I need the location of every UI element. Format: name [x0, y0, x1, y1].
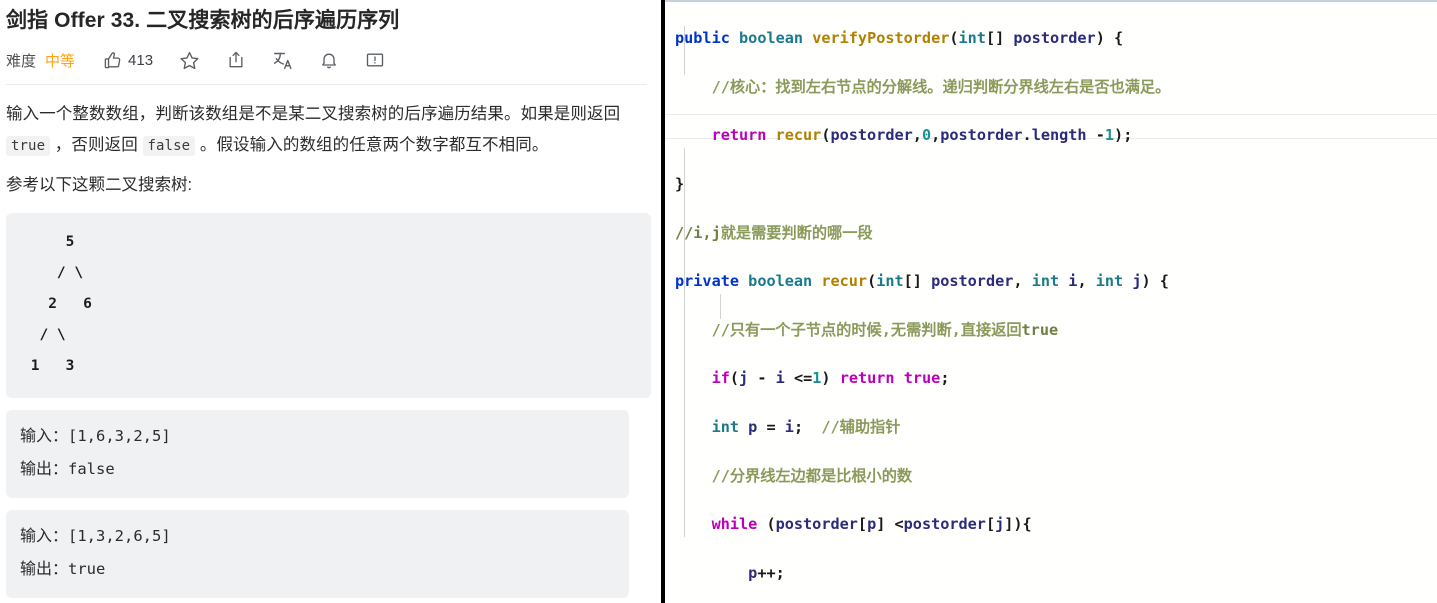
favorite-button[interactable]	[179, 50, 200, 71]
code-line: //核心：找到左右节点的分解线。递归判断分界线左右是否也满足。	[711, 77, 1171, 96]
like-button[interactable]: 413	[103, 51, 153, 70]
example-input-value: [1,6,3,2,5]	[68, 427, 171, 445]
example-output-line: 输出：false	[20, 453, 615, 486]
problem-description-panel: 剑指 Offer 33. 二叉搜索树的后序遍历序列 难度 中等 413 输入一个…	[0, 0, 661, 603]
problem-statement: 输入一个整数数组，判断该数组是不是某二叉搜索树的后序遍历结果。如果是则返回 tr…	[6, 99, 647, 162]
page-title: 剑指 Offer 33. 二叉搜索树的后序遍历序列	[6, 9, 400, 32]
thumbs-up-icon	[103, 51, 122, 70]
example-output-value: true	[68, 560, 106, 578]
code-line: if(j - i <=1) return true;	[711, 369, 950, 388]
code-line: //分界线左边都是比根小的数	[711, 466, 913, 485]
example-output-label: 输出：	[20, 461, 69, 478]
inline-code-false: false	[142, 136, 196, 156]
like-count: 413	[128, 51, 154, 69]
code-line: //只有一个子节点的时候,无需判断,直接返回true	[711, 320, 1059, 339]
example-input-label: 输入：	[20, 428, 69, 445]
statement-part-3: 。假设输入的数组的任意两个数字都互不相同。	[195, 136, 549, 154]
statement-part-1: 输入一个整数数组，判断该数组是不是某二叉搜索树的后序遍历结果。如果是则返回	[6, 105, 621, 123]
code-line: }	[675, 175, 685, 194]
code-line: int p = i; //辅助指针	[711, 418, 901, 437]
code-line: private boolean recur(int[] postorder, i…	[675, 272, 1169, 291]
inline-code-true: true	[6, 136, 51, 156]
notification-button[interactable]	[319, 50, 339, 70]
reference-text: 参考以下这颗二叉搜索树:	[6, 176, 193, 194]
code-line: while (postorder[p] <postorder[j]){	[711, 515, 1032, 534]
bell-icon	[319, 50, 339, 70]
example-output-line: 输出：true	[20, 553, 615, 586]
share-icon	[226, 50, 246, 70]
example-output-label: 输出：	[20, 561, 69, 578]
code-line: public boolean verifyPostorder(int[] pos…	[675, 29, 1124, 48]
translate-button[interactable]	[272, 50, 293, 71]
difficulty-label: 难度	[6, 52, 37, 70]
code-editor-panel[interactable]: public boolean verifyPostorder(int[] pos…	[665, 0, 1437, 603]
star-icon	[179, 50, 200, 71]
example-input-value: [1,3,2,6,5]	[68, 527, 171, 545]
code-line: return recur(postorder,0,postorder.lengt…	[711, 126, 1133, 145]
example-output-value: false	[68, 460, 115, 478]
example-input-label: 输入：	[20, 528, 69, 545]
header-divider	[6, 84, 647, 85]
code-content[interactable]: public boolean verifyPostorder(int[] pos…	[665, 2, 1437, 603]
code-line: p++;	[748, 563, 785, 582]
example-block-2: 输入：[1,3,2,6,5] 输出：true	[6, 510, 629, 598]
example-block-1: 输入：[1,6,3,2,5] 输出：false	[6, 410, 629, 498]
example-input-line: 输入：[1,3,2,6,5]	[20, 520, 615, 553]
difficulty-value: 中等	[45, 52, 76, 70]
problem-meta-bar: 难度 中等 413	[6, 40, 647, 80]
translate-icon	[272, 50, 293, 71]
feedback-icon	[365, 50, 385, 70]
code-line: //i,j就是需要判断的哪一段	[675, 223, 873, 242]
statement-part-2: ，否则返回	[50, 136, 143, 154]
app-root: 剑指 Offer 33. 二叉搜索树的后序遍历序列 难度 中等 413 输入一个…	[0, 0, 1437, 603]
tree-ascii-block: 5 / \ 2 6 / \ 1 3	[6, 213, 651, 398]
share-button[interactable]	[226, 50, 246, 70]
example-input-line: 输入：[1,6,3,2,5]	[20, 420, 615, 453]
feedback-button[interactable]	[365, 50, 385, 70]
